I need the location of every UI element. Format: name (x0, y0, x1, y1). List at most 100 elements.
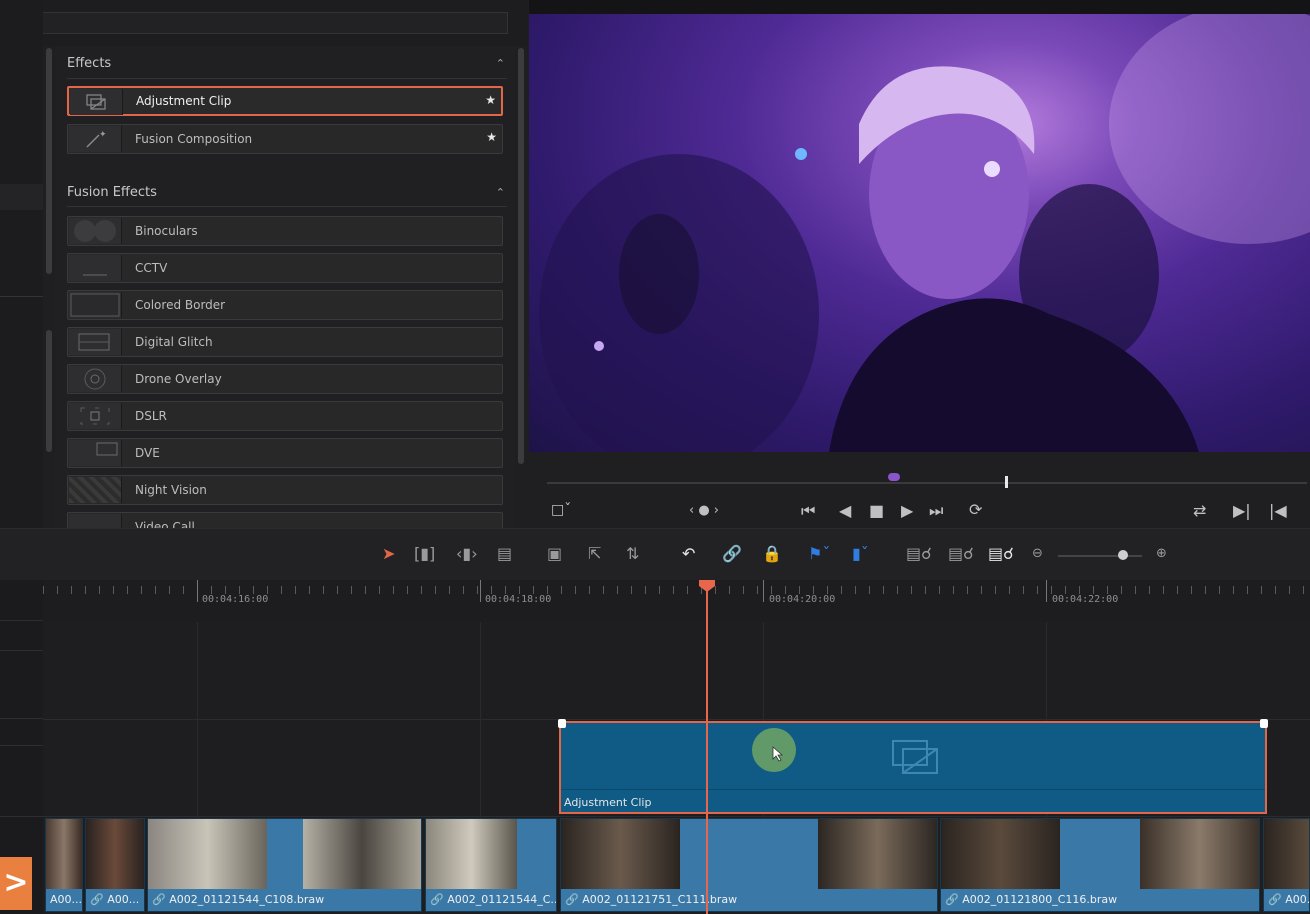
previous-edit-icon[interactable]: |◀ (1269, 501, 1287, 520)
zoom-custom-icon[interactable]: ▤☌ (988, 544, 1014, 563)
video-clip[interactable]: A00... (45, 818, 83, 912)
replace-clip-icon[interactable]: ⇅ (626, 544, 639, 563)
search-field[interactable] (0, 12, 508, 34)
effect-item-fusion-composition[interactable]: ✦ Fusion Composition ★ (67, 124, 503, 154)
position-lock-icon[interactable]: 🔒 (762, 544, 782, 563)
nudge-icon[interactable]: ‹ ● › (689, 503, 719, 518)
fusion-item-colored-border[interactable]: Colored Border (67, 290, 503, 320)
blade-tool-icon[interactable]: ▤ (497, 544, 512, 563)
adjustment-clip[interactable]: Adjustment Clip (559, 721, 1267, 814)
playhead-line[interactable] (706, 586, 708, 914)
fusion-item-digital-glitch[interactable]: Digital Glitch (67, 327, 503, 357)
dynamic-trim-icon[interactable]: ‹▮› (456, 544, 478, 563)
timeline-ruler[interactable]: 00:04:16:00 00:04:18:00 00:04:20:00 00:0… (43, 580, 1310, 622)
overwrite-clip-icon[interactable]: ⇱ (588, 544, 601, 563)
fusion-item-binoculars[interactable]: Binoculars (67, 216, 503, 246)
video-clip[interactable]: 🔗 A002_01121751_C111.braw (560, 818, 938, 912)
trim-tool-icon[interactable]: [▮] (414, 544, 435, 563)
divider (67, 78, 507, 79)
video-clip[interactable]: 🔗 A002_01121544_C108.braw (147, 818, 422, 912)
fusion-item-drone-overlay[interactable]: Drone Overlay (67, 364, 503, 394)
chevron-up-icon[interactable]: ⌃ (496, 186, 505, 199)
timecode-label: 00:04:18:00 (485, 594, 552, 605)
viewer-playhead[interactable] (1005, 476, 1008, 488)
zoom-slider-handle[interactable] (1118, 550, 1128, 560)
snapping-icon[interactable]: ↶ (682, 544, 695, 563)
adjustment-clip-label: Adjustment Clip (564, 796, 652, 809)
video-clip[interactable]: 🔗 A002_01121544_C... (425, 818, 557, 912)
divider (0, 620, 43, 621)
next-edit-icon[interactable]: ▶| (1233, 501, 1251, 520)
effect-item-label: Drone Overlay (135, 372, 222, 386)
linked-selection-icon[interactable]: 🔗 (722, 544, 742, 563)
crop-icon[interactable]: □ˇ (551, 502, 571, 518)
star-icon[interactable]: ★ (486, 130, 497, 144)
dslr-thumbnail (69, 403, 122, 429)
video-viewer[interactable] (529, 14, 1310, 452)
skip-to-start-icon[interactable]: ⏮ (801, 501, 815, 521)
video-clip[interactable]: 🔗 A002_01121800_C116.braw (940, 818, 1260, 912)
zoom-detail-icon[interactable]: ▤☌ (948, 544, 974, 563)
video-call-thumbnail (69, 514, 122, 528)
clip-name-text: A002_01121544_C... (447, 893, 556, 906)
clip-name: 🔗 A00... (1264, 889, 1309, 911)
clip-handle-left[interactable] (558, 719, 566, 728)
major-tick (480, 580, 481, 602)
effect-item-label: Colored Border (135, 298, 226, 312)
fusion-item-night-vision[interactable]: Night Vision (67, 475, 503, 505)
category-row[interactable] (0, 184, 43, 210)
loop-icon[interactable]: ⟳ (969, 500, 982, 519)
fusion-item-video-call[interactable]: Video Call (67, 512, 503, 528)
play-reverse-icon[interactable]: ◀ (839, 501, 851, 520)
zoom-full-icon[interactable]: ▤☌ (906, 544, 932, 563)
effect-item-label: Digital Glitch (135, 335, 213, 349)
fusion-wand-icon: ✦ (69, 126, 122, 152)
dve-thumbnail (69, 440, 122, 466)
timecode-label: 00:04:16:00 (202, 594, 269, 605)
clip-name-text: A00... (1285, 893, 1309, 906)
zoom-out-icon[interactable]: ⊖ (1032, 546, 1043, 561)
left-scrollbar[interactable] (46, 48, 52, 274)
clip-name: 🔗 A002_01121751_C111.braw (561, 889, 937, 911)
selection-tool-icon[interactable]: ➤ (382, 544, 395, 563)
left-scrollbar-lower[interactable] (46, 330, 52, 452)
clip-name-text: A002_01121544_C108.braw (169, 893, 325, 906)
marker-icon[interactable]: ▮ˇ (852, 544, 869, 563)
playhead-handle[interactable] (699, 580, 715, 592)
link-icon: 🔗 (945, 893, 963, 906)
viewer-scrubber[interactable] (547, 482, 1307, 484)
clip-name-text: A002_01121800_C116.braw (962, 893, 1118, 906)
clip-handle-right[interactable] (1260, 719, 1268, 728)
video-clip[interactable]: 🔗 A00... (1263, 818, 1310, 912)
divider (0, 650, 43, 651)
digital-glitch-thumbnail (69, 329, 122, 355)
zoom-in-icon[interactable]: ⊕ (1156, 546, 1167, 561)
video-clip[interactable]: 🔗 A00... (85, 818, 145, 912)
divider (67, 206, 507, 207)
zoom-slider[interactable] (1058, 555, 1142, 557)
fusion-item-dslr[interactable]: DSLR (67, 401, 503, 431)
effects-scrollbar[interactable] (518, 48, 524, 464)
transport-bar: □ˇ ‹ ● › ⏮ ◀ ■ ▶ ⏭ ⟳ ⇄ ▶| |◀ (529, 452, 1310, 528)
stop-icon[interactable]: ■ (869, 501, 884, 520)
colored-border-thumbnail (69, 292, 122, 318)
effect-item-label: Adjustment Clip (136, 94, 232, 108)
adjustment-clip-icon (70, 89, 123, 115)
play-icon[interactable]: ▶ (901, 501, 913, 520)
flag-icon[interactable]: ⚑ˇ (808, 544, 830, 563)
effect-item-adjustment-clip[interactable]: Adjustment Clip ★ (67, 86, 503, 116)
chevron-right-icon[interactable]: > (0, 857, 32, 910)
fusion-item-cctv[interactable]: CCTV (67, 253, 503, 283)
fusion-item-dve[interactable]: DVE (67, 438, 503, 468)
effect-item-label: Video Call (135, 520, 195, 528)
fusion-effects-section-title: Fusion Effects (67, 185, 157, 200)
match-frame-icon[interactable]: ⇄ (1193, 501, 1206, 520)
skip-to-end-icon[interactable]: ⏭ (929, 501, 943, 521)
divider (0, 718, 43, 719)
chevron-up-icon[interactable]: ⌃ (496, 57, 505, 70)
timecode-label: 00:04:22:00 (1052, 594, 1119, 605)
star-icon[interactable]: ★ (485, 93, 496, 107)
clip-name: 🔗 A002_01121800_C116.braw (941, 889, 1259, 911)
insert-clip-icon[interactable]: ▣ (547, 544, 562, 563)
left-category-strip (0, 0, 43, 528)
